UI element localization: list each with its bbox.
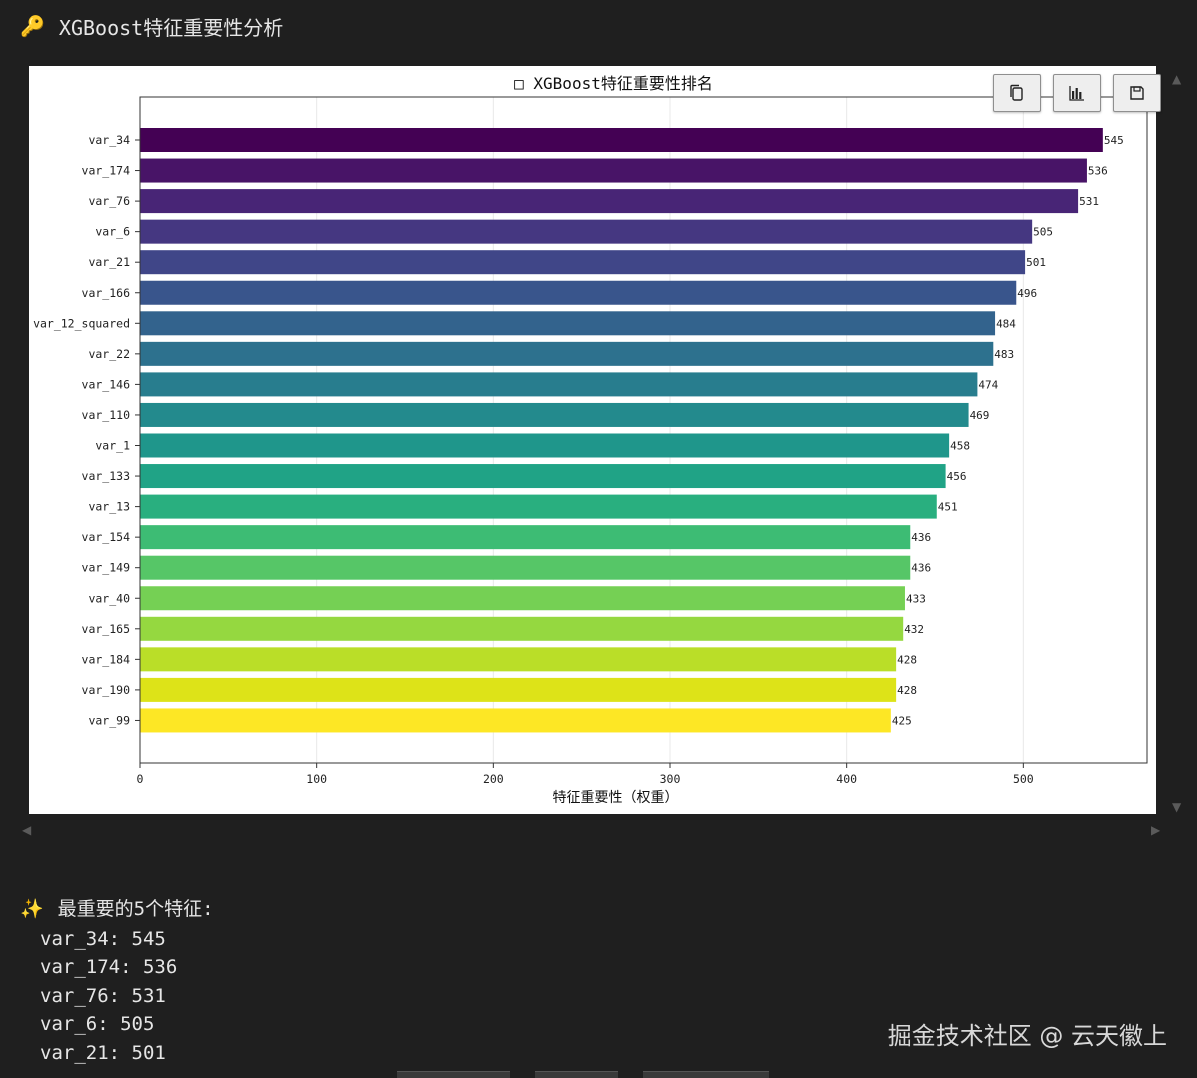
data-label: 545	[1104, 134, 1124, 147]
y-tick-label: var_174	[82, 164, 131, 178]
bar	[140, 372, 978, 397]
scroll-up-icon[interactable]: ▲	[1172, 72, 1181, 86]
data-label: 456	[947, 470, 967, 483]
y-tick-label: var_40	[88, 591, 130, 605]
y-tick-label: var_76	[88, 194, 130, 208]
bar	[140, 464, 946, 489]
chart-title: □ XGBoost特征重要性排名	[514, 74, 713, 93]
bar	[140, 250, 1026, 275]
y-tick-label: var_133	[82, 469, 131, 483]
show-chart-button[interactable]	[1053, 74, 1101, 112]
data-label: 474	[978, 378, 998, 391]
data-label: 425	[892, 714, 912, 727]
bar	[140, 647, 897, 672]
watermark: 掘金技术社区 @ 云天徽上	[887, 1022, 1167, 1050]
data-label: 428	[897, 684, 917, 697]
key-icon: 🔑	[20, 14, 45, 38]
y-tick-label: var_13	[88, 500, 130, 514]
sparkles-icon: ✨	[20, 898, 44, 920]
data-label: 496	[1017, 287, 1037, 300]
bar	[140, 525, 911, 550]
x-tick-label: 400	[836, 772, 857, 786]
data-label: 458	[950, 440, 970, 453]
plot-toolbar	[993, 74, 1161, 112]
x-tick-label: 500	[1013, 772, 1034, 786]
y-tick-label: var_21	[88, 255, 130, 269]
data-label: 436	[911, 562, 931, 575]
data-label: 433	[906, 592, 926, 605]
bar	[140, 280, 1017, 305]
scroll-down-icon[interactable]: ▼	[1172, 800, 1181, 814]
x-axis-label: 特征重要性（权重）	[553, 790, 679, 806]
x-tick-label: 300	[660, 772, 681, 786]
y-tick-label: var_99	[88, 713, 130, 727]
list-item: var_21: 501	[40, 1041, 166, 1064]
bar	[140, 494, 937, 519]
y-tick-label: var_1	[95, 439, 130, 453]
data-label: 428	[897, 653, 917, 666]
y-tick-label: var_154	[82, 530, 131, 544]
bar	[140, 158, 1087, 183]
list-item: var_6: 505	[40, 1013, 155, 1035]
y-tick-label: var_6	[95, 225, 130, 239]
copy-icon	[1010, 84, 1023, 101]
data-label: 536	[1088, 165, 1108, 178]
bar	[140, 433, 950, 458]
y-tick-label: var_166	[82, 286, 131, 300]
data-label: 469	[970, 409, 990, 422]
bar	[140, 708, 891, 733]
bar	[140, 311, 996, 336]
x-tick-label: 0	[137, 772, 144, 786]
list-item: var_76: 531	[40, 984, 166, 1007]
list-item: var_174: 536	[40, 956, 178, 978]
scroll-left-icon[interactable]: ◀	[22, 823, 31, 837]
section-header: 🔑 XGBoost特征重要性分析	[20, 10, 283, 42]
x-tick-label: 200	[483, 772, 504, 786]
y-tick-label: var_34	[88, 133, 130, 147]
copy-button[interactable]	[993, 74, 1041, 112]
y-tick-label: var_190	[82, 683, 131, 697]
y-tick-label: var_12_squared	[33, 316, 130, 330]
bar	[140, 677, 897, 702]
plot-area: 545 var_34 536 var_174 531 var_76 505 var_6 501 v…	[29, 66, 1156, 814]
summary-title: 最重要的5个特征:	[57, 898, 214, 920]
data-label: 436	[911, 531, 931, 544]
data-label: 501	[1026, 256, 1046, 269]
bar	[140, 341, 994, 366]
data-label: 484	[996, 317, 1016, 330]
bar	[140, 402, 969, 427]
save-button[interactable]	[1113, 74, 1161, 112]
save-icon	[1130, 86, 1144, 100]
bar	[140, 555, 911, 580]
bar	[140, 189, 1079, 214]
top-features-summary: ✨ 最重要的5个特征: var_34: 545 var_174: 536 var…	[20, 895, 214, 1067]
bar	[140, 586, 905, 611]
x-tick-label: 100	[306, 772, 327, 786]
y-tick-label: var_149	[82, 561, 131, 575]
chart-icon	[1069, 86, 1084, 101]
data-label: 505	[1033, 226, 1053, 239]
list-item: var_34: 545	[40, 927, 166, 950]
data-label: 483	[994, 348, 1014, 361]
y-tick-label: var_165	[82, 622, 130, 636]
bar	[140, 616, 904, 641]
data-label: 451	[938, 501, 958, 514]
scroll-right-icon[interactable]: ▶	[1151, 823, 1160, 837]
y-tick-label: var_110	[82, 408, 131, 422]
feature-importance-chart: 545 var_34 536 var_174 531 var_76 505 var_6 501 v…	[33, 74, 1148, 806]
y-tick-label: var_146	[82, 377, 131, 391]
data-label: 432	[904, 623, 924, 636]
y-tick-label: var_22	[88, 347, 130, 361]
section-title: XGBoost特征重要性分析	[58, 15, 284, 40]
data-label: 531	[1079, 195, 1099, 208]
bar	[140, 219, 1033, 244]
y-tick-label: var_184	[82, 652, 131, 666]
bar	[140, 128, 1103, 152]
